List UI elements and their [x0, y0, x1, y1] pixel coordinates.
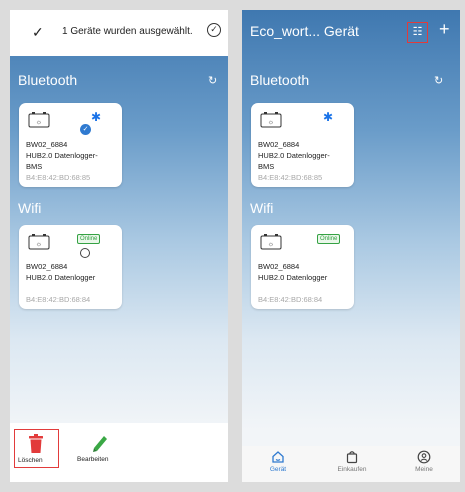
tab-meine[interactable]: Meine — [394, 450, 454, 473]
pencil-icon — [93, 436, 107, 452]
add-device-icon[interactable]: + — [439, 19, 450, 40]
device-card-wifi[interactable]: ☼ Online BW02_6884 HUB2.0 Datenlogger B4… — [19, 225, 122, 309]
device-id: BW02_6884 — [26, 140, 68, 149]
online-badge: Online — [317, 234, 341, 244]
device-id: BW02_6884 — [26, 262, 68, 271]
select-all-icon[interactable]: ✓ — [207, 23, 221, 37]
svg-text:☼: ☼ — [36, 119, 42, 126]
bluetooth-icon: ✱ — [323, 110, 334, 124]
selection-bar: ✓ 1 Geräte wurden ausgewählt. ✓ — [10, 10, 228, 56]
tab-label: Gerät — [269, 466, 287, 473]
profile-icon — [417, 450, 431, 464]
device-list-screen: Eco_wort... Gerät ☷ + Bluetooth ↻ ☼ ✱ BW… — [242, 10, 460, 482]
battery-device-icon: ☼ — [260, 112, 282, 128]
svg-text:☼: ☼ — [268, 119, 274, 126]
edit-action-bar: Löschen Bearbeiten — [10, 423, 228, 482]
device-mac: B4:E8:42:BD:68:84 — [258, 295, 323, 304]
device-selection-screen: ✓ 1 Geräte wurden ausgewählt. ✓ Bluetoot… — [10, 10, 228, 482]
device-model: HUB2.0 Datenlogger- — [26, 151, 98, 160]
refresh-icon[interactable]: ↻ — [434, 74, 443, 87]
delete-label: Löschen — [18, 457, 43, 464]
filter-settings-icon[interactable]: ☷ — [407, 22, 428, 43]
online-badge: Online — [77, 234, 101, 244]
device-model: HUB2.0 Datenlogger — [26, 273, 96, 282]
bluetooth-section-title: Bluetooth — [18, 72, 78, 88]
device-model: HUB2.0 Datenlogger- — [258, 151, 330, 160]
edit-button[interactable]: Bearbeiten — [73, 429, 128, 468]
battery-device-icon: ☼ — [28, 112, 50, 128]
tab-einkaufen[interactable]: Einkaufen — [322, 450, 382, 473]
wifi-section-title: Wifi — [18, 200, 42, 216]
svg-text:☼: ☼ — [268, 241, 274, 248]
home-icon — [272, 451, 284, 463]
bluetooth-section-title: Bluetooth — [250, 72, 310, 88]
device-card-bluetooth[interactable]: ☼ ✱ BW02_6884 HUB2.0 Datenlogger- BMS B4… — [251, 103, 354, 187]
bluetooth-icon: ✱ — [91, 110, 102, 124]
selection-count-text: 1 Geräte wurden ausgewählt. — [62, 26, 193, 37]
device-id: BW02_6884 — [258, 140, 300, 149]
checkmark-icon[interactable]: ✓ — [32, 24, 44, 41]
battery-device-icon: ☼ — [28, 234, 50, 250]
delete-button[interactable]: Löschen — [14, 429, 59, 468]
device-mac: B4:E8:42:BD:68:84 — [26, 295, 91, 304]
device-model-suffix: BMS — [26, 162, 43, 171]
device-card-wifi[interactable]: ☼ Online BW02_6884 HUB2.0 Datenlogger B4… — [251, 225, 354, 309]
device-card-bluetooth[interactable]: ☼ ✱ ✓ BW02_6884 HUB2.0 Datenlogger- BMS … — [19, 103, 122, 187]
trash-icon — [29, 434, 43, 453]
edit-label: Bearbeiten — [77, 456, 109, 463]
battery-device-icon: ☼ — [260, 234, 282, 250]
shopping-bag-icon — [346, 451, 358, 464]
tab-label: Meine — [415, 466, 433, 473]
svg-text:☼: ☼ — [36, 241, 42, 248]
tab-label: Einkaufen — [337, 466, 367, 473]
page-title: Eco_wort... Gerät — [250, 23, 359, 39]
device-mac: B4:E8:42:BD:68:85 — [26, 173, 91, 182]
selected-check-icon[interactable]: ✓ — [80, 124, 91, 135]
device-model-suffix: BMS — [258, 162, 275, 171]
device-model: HUB2.0 Datenlogger — [258, 273, 328, 282]
device-id: BW02_6884 — [258, 262, 300, 271]
device-mac: B4:E8:42:BD:68:85 — [258, 173, 323, 182]
select-radio[interactable] — [80, 248, 90, 258]
tab-geraet[interactable]: Gerät — [248, 450, 308, 473]
wifi-section-title: Wifi — [250, 200, 274, 216]
refresh-icon[interactable]: ↻ — [208, 74, 217, 87]
bottom-tab-bar: Gerät Einkaufen Meine — [242, 446, 460, 482]
